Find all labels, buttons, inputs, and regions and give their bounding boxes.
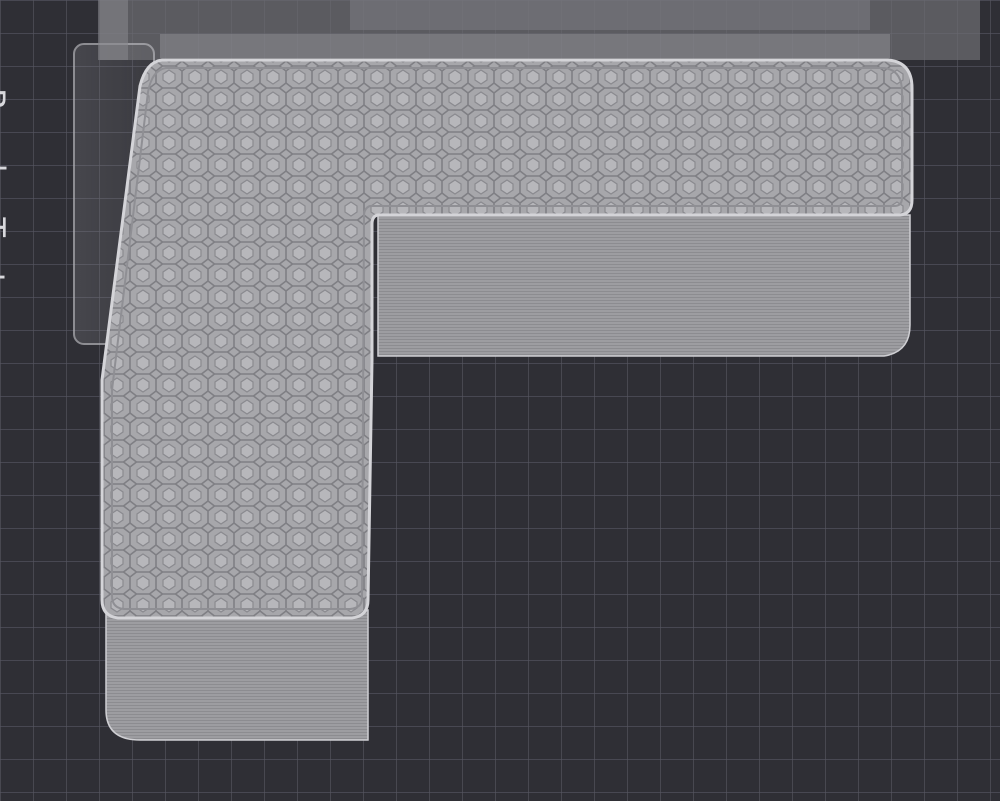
build-plate-label: Bambu Text [0, 88, 12, 287]
3d-viewport[interactable]: Bambu Text [0, 0, 1000, 801]
build-plate-icon[interactable] [0, 0, 1000, 801]
